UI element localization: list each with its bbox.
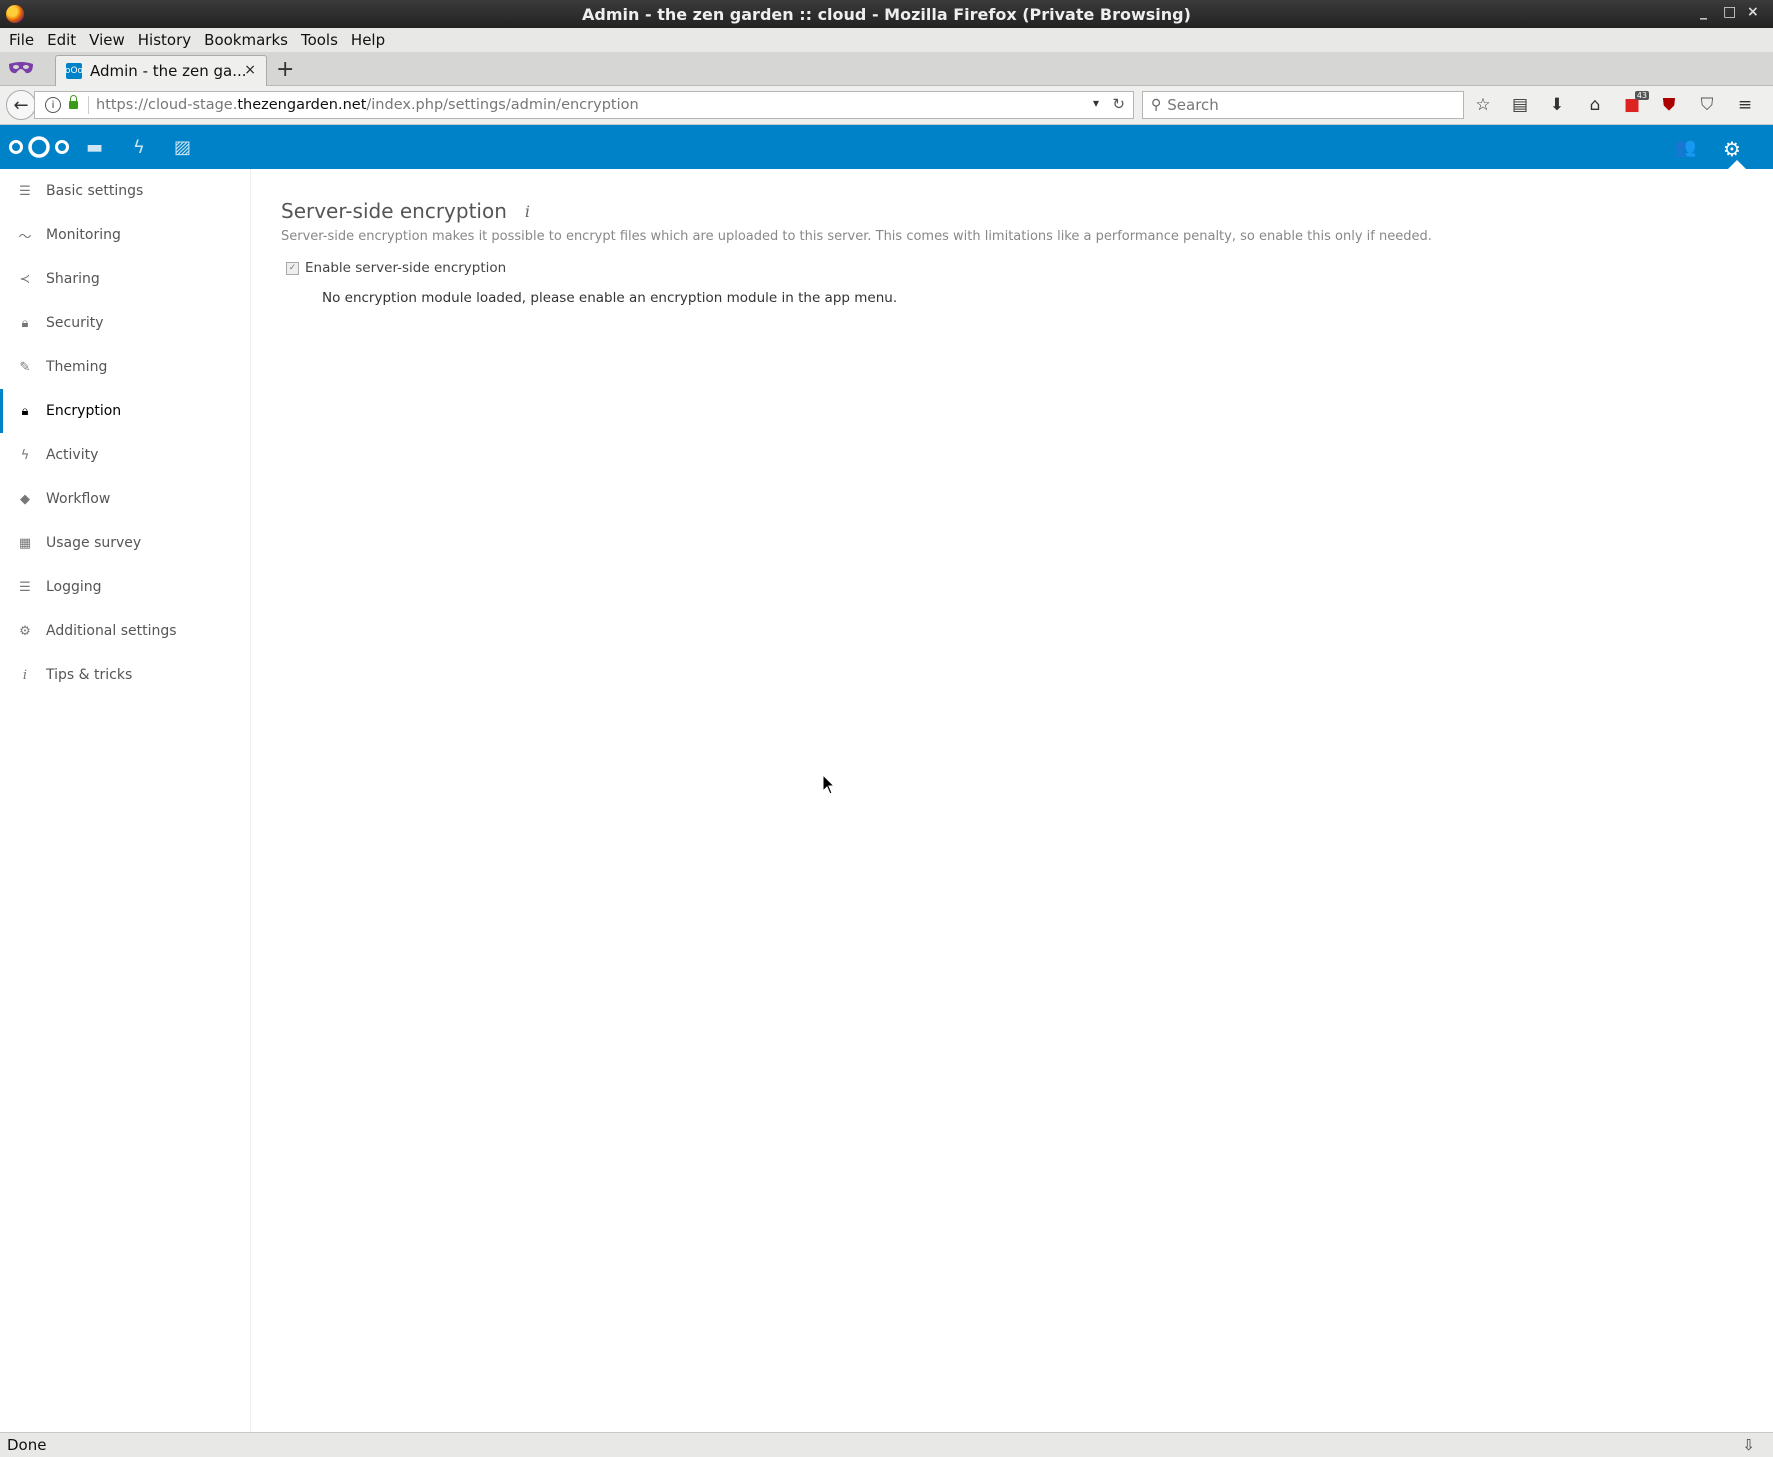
section-description: Server-side encryption makes it possible… <box>281 229 1432 244</box>
encryption-module-notice: No encryption module loaded, please enab… <box>322 290 898 306</box>
enable-encryption-label[interactable]: Enable server-side encryption <box>305 260 506 276</box>
maximize-button[interactable]: □ <box>1723 4 1736 20</box>
downloads-icon[interactable]: ⬇ <box>1546 95 1568 115</box>
activity-app-icon[interactable]: ϟ <box>133 137 145 158</box>
url-separator <box>88 96 89 114</box>
status-bar: Done ⇩ <box>0 1432 1773 1457</box>
search-placeholder: Search <box>1167 96 1219 114</box>
menu-help[interactable]: Help <box>351 31 385 49</box>
status-text: Done <box>7 1436 47 1454</box>
site-info-icon[interactable]: i <box>45 97 61 113</box>
menu-view[interactable]: View <box>89 31 125 49</box>
privacy-shield-icon[interactable]: ⛉ <box>1696 95 1718 115</box>
lock-icon: 🔒︎ <box>21 403 29 419</box>
search-input[interactable]: ⚲ Search <box>1142 91 1464 119</box>
sidebar-item-tips-tricks[interactable]: i Tips & tricks <box>0 653 250 697</box>
pulse-icon: 〜 <box>18 229 32 245</box>
url-text[interactable]: https://cloud-stage.thezengarden.net/ind… <box>96 97 639 113</box>
brush-icon: ✎ <box>19 359 31 375</box>
admin-sidebar: ☰ Basic settings 〜 Monitoring ≺ Sharing 🔒︎ S… <box>0 169 251 1432</box>
list-icon: ☰ <box>19 579 31 595</box>
new-tab-button[interactable]: + <box>276 57 294 82</box>
mouse-cursor-icon <box>822 774 836 795</box>
bolt-icon: ϟ <box>20 447 30 463</box>
browser-tab[interactable]: oOo Admin - the zen ga... × <box>55 55 267 86</box>
menu-edit[interactable]: Edit <box>47 31 76 49</box>
reload-icon[interactable]: ↻ <box>1112 95 1125 113</box>
sidebar-item-security[interactable]: 🔒︎ Security <box>0 301 250 345</box>
sidebar-item-sharing[interactable]: ≺ Sharing <box>0 257 250 301</box>
private-browsing-mask-icon <box>9 62 33 74</box>
bookmark-star-icon[interactable]: ☆ <box>1472 95 1494 115</box>
contacts-icon[interactable]: 👥 <box>1674 137 1696 158</box>
hamburger-menu-icon[interactable]: ≡ <box>1734 95 1756 115</box>
menu-bookmarks[interactable]: Bookmarks <box>204 31 288 49</box>
reading-list-icon[interactable]: ▤ <box>1509 95 1531 115</box>
addon-badge: 43 <box>1634 91 1649 100</box>
addon-icon[interactable]: ■ 43 <box>1621 91 1649 115</box>
section-title: Server-side encryption i <box>281 199 531 223</box>
tag-icon: ◆ <box>20 491 30 507</box>
menu-bar: File Edit View History Bookmarks Tools H… <box>0 28 1773 52</box>
share-icon: ≺ <box>19 271 31 287</box>
survey-icon: ▦ <box>18 535 32 551</box>
close-tab-icon[interactable]: × <box>244 62 256 78</box>
encryption-section: Server-side encryption i Server-side enc… <box>281 199 1731 306</box>
secure-lock-icon <box>69 95 78 109</box>
files-app-icon[interactable]: ▬ <box>86 137 103 158</box>
nextcloud-header: ▬ ϟ ▨ 👥 ⚙ <box>0 125 1773 169</box>
tab-title: Admin - the zen ga... <box>90 62 247 80</box>
sidebar-item-activity[interactable]: ϟ Activity <box>0 433 250 477</box>
navigation-toolbar: ← i https://cloud-stage.thezengarden.net… <box>0 86 1773 125</box>
settings-gear-icon[interactable]: ⚙ <box>1723 137 1741 161</box>
url-bar[interactable]: i https://cloud-stage.thezengarden.net/i… <box>34 91 1134 119</box>
gallery-app-icon[interactable]: ▨ <box>174 137 191 158</box>
documentation-info-icon[interactable]: i <box>525 202 530 221</box>
sidebar-item-encryption[interactable]: 🔒︎ Encryption <box>0 389 250 433</box>
sidebar-item-workflow[interactable]: ◆ Workflow <box>0 477 250 521</box>
menu-file[interactable]: File <box>9 31 34 49</box>
back-button[interactable]: ← <box>6 90 36 120</box>
lock-icon: 🔒︎ <box>21 315 29 331</box>
minimize-button[interactable]: _ <box>1700 4 1707 20</box>
nextcloud-logo-icon[interactable] <box>8 135 70 159</box>
sidebar-item-basic-settings[interactable]: ☰ Basic settings <box>0 169 250 213</box>
sidebar-item-monitoring[interactable]: 〜 Monitoring <box>0 213 250 257</box>
url-dropdown-icon[interactable]: ▾ <box>1093 96 1099 110</box>
search-icon: ⚲ <box>1151 97 1162 113</box>
settings-menu-caret <box>1728 160 1746 169</box>
sidebar-item-usage-survey[interactable]: ▦ Usage survey <box>0 521 250 565</box>
ublock-shield-icon[interactable]: ⛊ <box>1658 95 1680 115</box>
window-titlebar: Admin - the zen garden :: cloud - Mozill… <box>0 0 1773 28</box>
close-window-button[interactable]: × <box>1747 4 1759 20</box>
gear-icon: ⚙ <box>19 623 31 639</box>
sidebar-item-additional-settings[interactable]: ⚙ Additional settings <box>0 609 250 653</box>
home-icon[interactable]: ⌂ <box>1584 95 1606 115</box>
menu-history[interactable]: History <box>138 31 191 49</box>
download-arrow-icon[interactable]: ⇩ <box>1742 1436 1755 1454</box>
enable-encryption-checkbox[interactable]: ✓ <box>286 261 299 275</box>
enable-encryption-row: ✓ Enable server-side encryption <box>281 260 1731 276</box>
tab-bar: oOo Admin - the zen ga... × + <box>0 52 1773 86</box>
info-icon: i <box>22 667 28 683</box>
sidebar-item-theming[interactable]: ✎ Theming <box>0 345 250 389</box>
window-title: Admin - the zen garden :: cloud - Mozill… <box>582 4 1191 24</box>
sidebar-item-logging[interactable]: ☰ Logging <box>0 565 250 609</box>
list-icon: ☰ <box>19 183 31 199</box>
menu-tools[interactable]: Tools <box>301 31 338 49</box>
nextcloud-favicon-icon: oOo <box>65 63 83 79</box>
firefox-logo-icon <box>6 5 24 23</box>
